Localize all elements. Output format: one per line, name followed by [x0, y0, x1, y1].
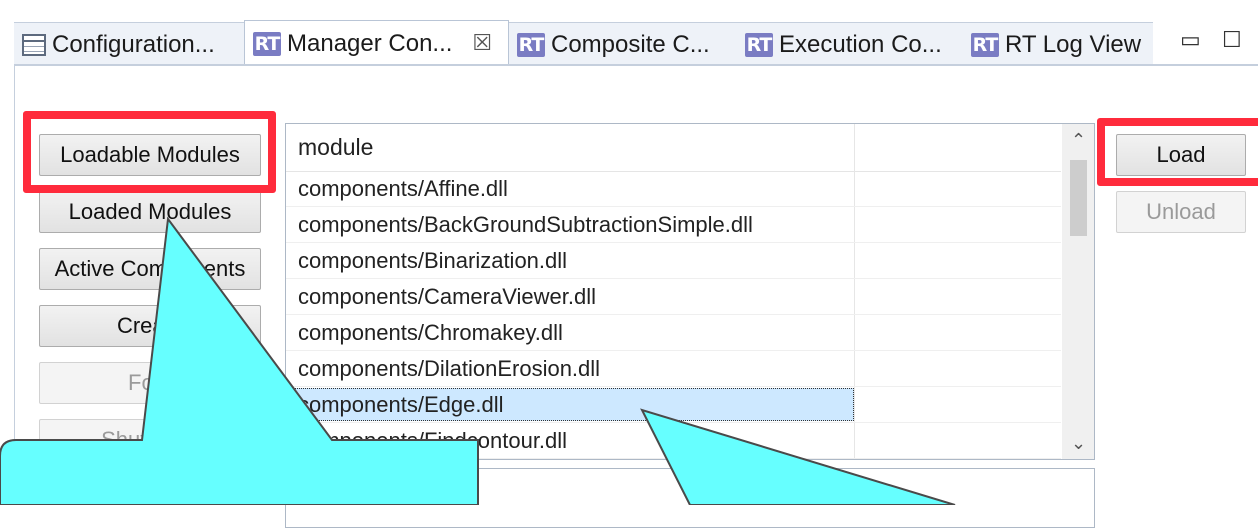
- table-row[interactable]: components/Affine.dll: [286, 171, 1061, 207]
- table-header[interactable]: module: [286, 124, 1061, 172]
- tab-bar-divider: [14, 64, 1258, 66]
- create-button[interactable]: Create: [39, 305, 261, 347]
- tab-label: Execution Co...: [779, 30, 942, 58]
- column-header-module[interactable]: module: [298, 124, 373, 171]
- table-row-selected[interactable]: components/Edge.dll: [286, 387, 1061, 423]
- module-name: components/Findcontour.dll: [298, 428, 568, 453]
- editor-tab-bar: Configuration... RT Manager Con... ☒ RT …: [0, 0, 1258, 66]
- tab-label: Composite C...: [551, 30, 710, 58]
- close-icon[interactable]: ☒: [472, 31, 492, 56]
- tab-label: Configuration...: [52, 30, 215, 58]
- loaded-modules-button[interactable]: Loaded Modules: [39, 191, 261, 233]
- table-row[interactable]: components/Binarization.dll: [286, 243, 1061, 279]
- scroll-down-icon[interactable]: ⌄: [1062, 429, 1094, 459]
- rt-icon: RT: [517, 32, 545, 57]
- tab-label: RT Log View: [1005, 30, 1142, 58]
- module-name: components/Affine.dll: [298, 176, 508, 201]
- scroll-up-icon[interactable]: ⌃: [1062, 126, 1094, 156]
- tab-composite-component[interactable]: RT Composite C...: [509, 22, 737, 66]
- tab-execution-context[interactable]: RT Execution Co...: [737, 22, 963, 66]
- loadable-modules-button[interactable]: Loadable Modules: [39, 134, 261, 176]
- maximize-icon[interactable]: ☐: [1222, 28, 1242, 53]
- table-row[interactable]: components/BackGroundSubtractionSimple.d…: [286, 207, 1061, 243]
- rt-icon: RT: [253, 31, 281, 56]
- vertical-scrollbar[interactable]: ⌃ ⌄: [1062, 124, 1094, 459]
- module-name: components/Edge.dll: [298, 392, 504, 417]
- module-table[interactable]: module components/Affine.dll components/…: [285, 123, 1095, 460]
- view-left-border: [14, 64, 15, 505]
- detail-panel: [285, 468, 1095, 528]
- rt-icon: RT: [971, 32, 999, 57]
- tab-manager-control[interactable]: RT Manager Con... ☒: [244, 20, 509, 66]
- table-row[interactable]: components/CameraViewer.dll: [286, 279, 1061, 315]
- scrollbar-thumb[interactable]: [1070, 160, 1087, 236]
- module-name: components/Binarization.dll: [298, 248, 568, 273]
- module-name: components/DilationErosion.dll: [298, 356, 601, 381]
- active-components-button[interactable]: Active Components: [39, 248, 261, 290]
- tab-rt-log-view[interactable]: RT RT Log View: [963, 22, 1153, 66]
- module-name: components/CameraViewer.dll: [298, 284, 596, 309]
- unload-button: Unload: [1116, 191, 1246, 233]
- module-name: components/BackGroundSubtractionSimple.d…: [298, 212, 753, 237]
- table-row[interactable]: components/DilationErosion.dll: [286, 351, 1061, 387]
- table-row[interactable]: components/Chromakey.dll: [286, 315, 1061, 351]
- table-icon: [22, 33, 46, 56]
- fork-button: Fork: [39, 362, 261, 404]
- module-name: components/Chromakey.dll: [298, 320, 563, 345]
- shutdown-button: Shutdown: [39, 419, 261, 461]
- minimize-icon[interactable]: ▭: [1180, 28, 1201, 53]
- tab-label: Manager Con...: [287, 29, 453, 57]
- tab-configuration[interactable]: Configuration...: [14, 22, 244, 66]
- table-row[interactable]: components/Findcontour.dll: [286, 423, 1061, 459]
- load-button[interactable]: Load: [1116, 134, 1246, 176]
- rt-icon: RT: [745, 32, 773, 57]
